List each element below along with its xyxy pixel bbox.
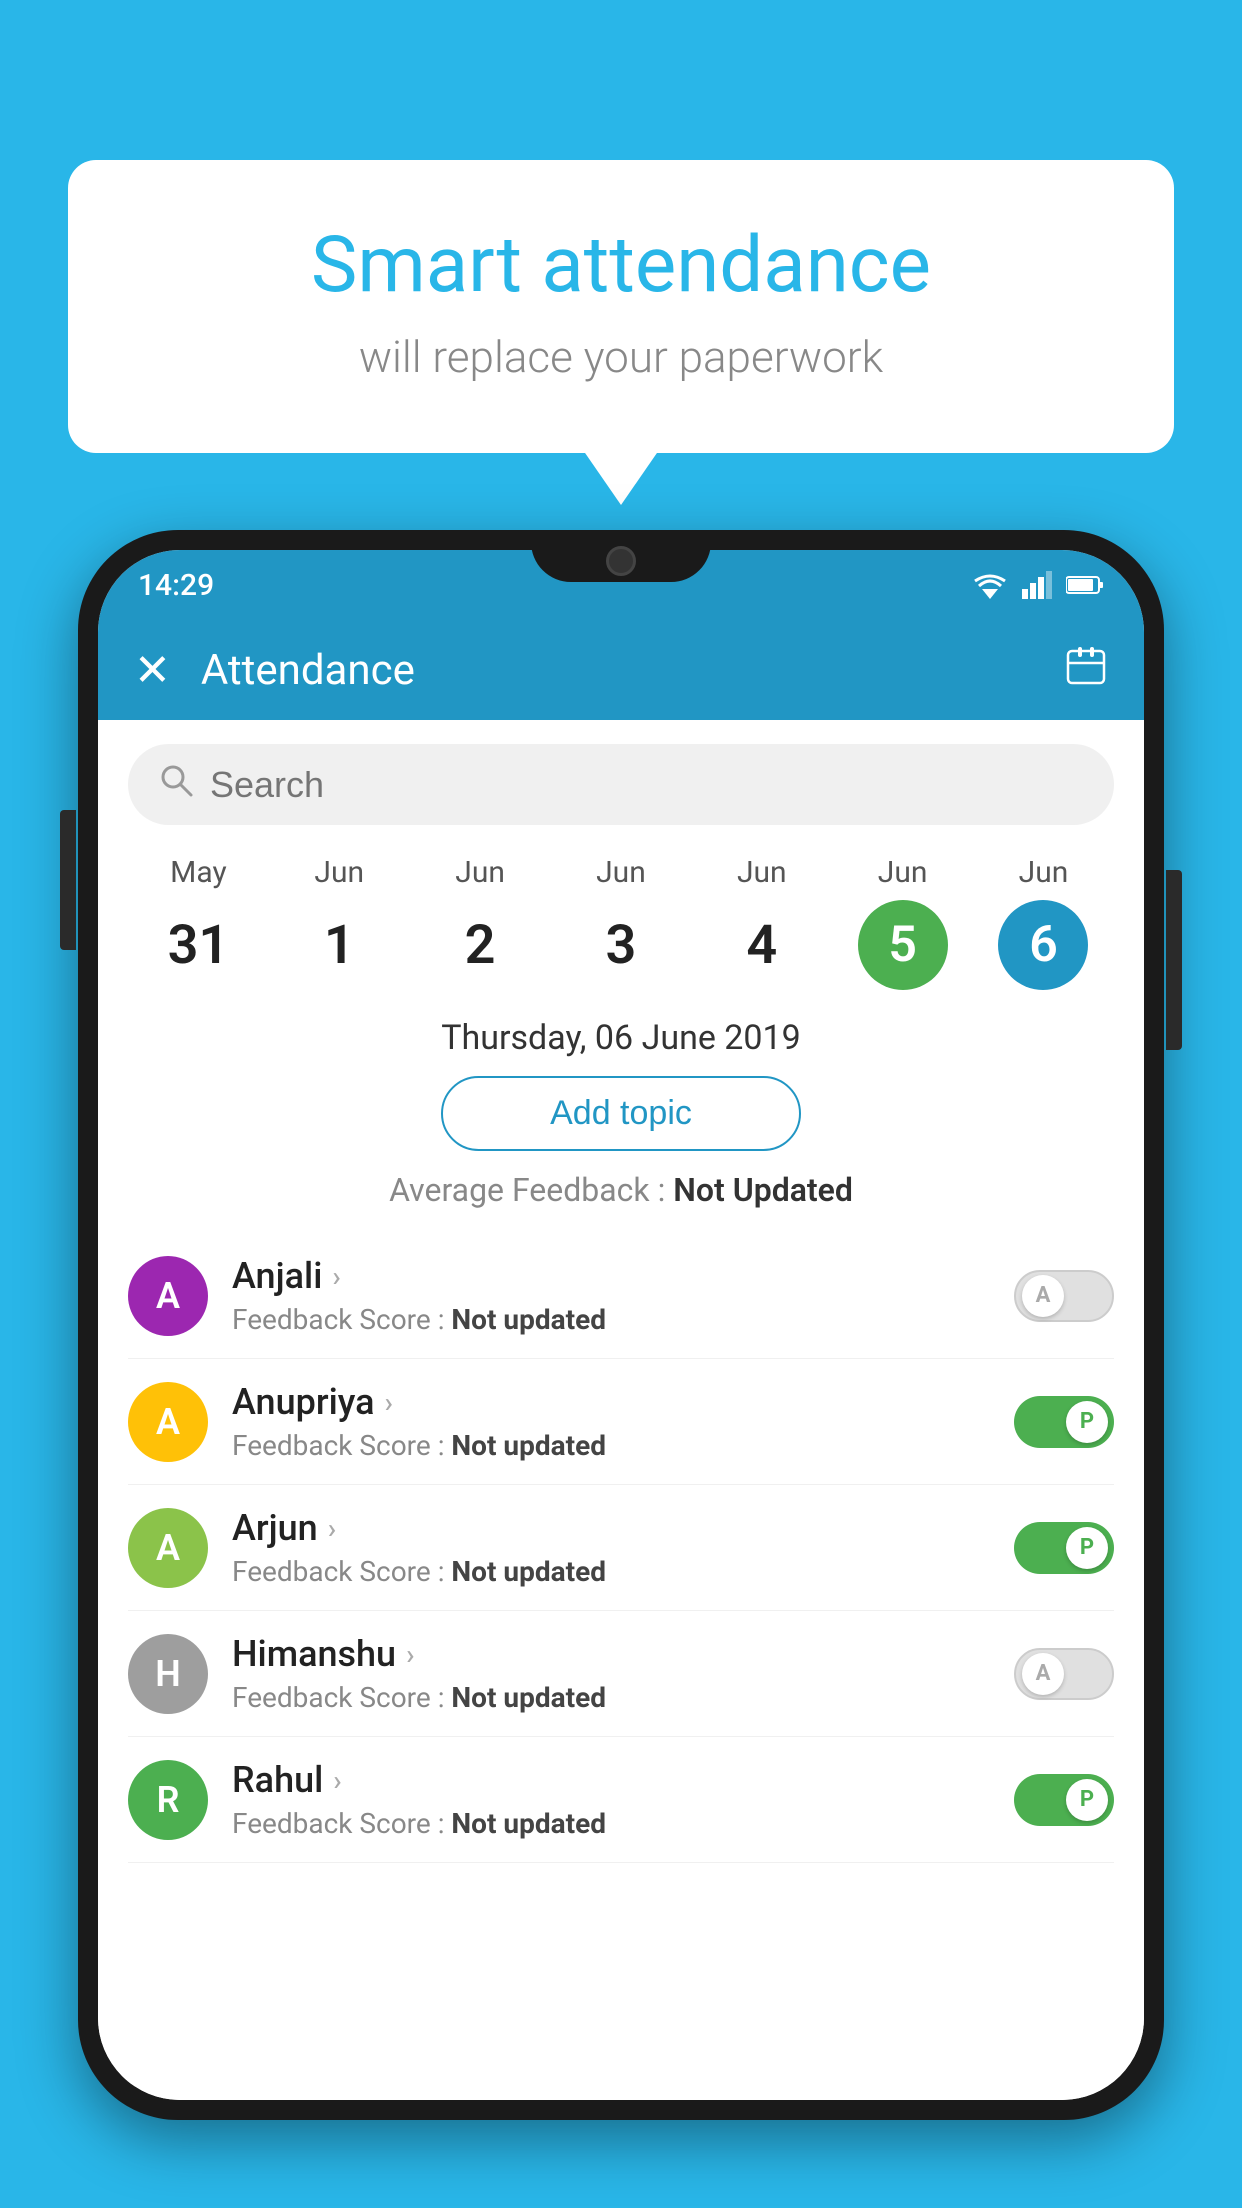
- avatar: R: [128, 1760, 208, 1840]
- date-month: Jun: [878, 855, 928, 890]
- chevron-icon: ›: [385, 1386, 393, 1419]
- signal-icon: [1022, 571, 1052, 599]
- date-cell[interactable]: Jun 4: [717, 855, 807, 990]
- date-month: Jun: [314, 855, 364, 890]
- chevron-icon: ›: [332, 1260, 340, 1293]
- date-month: Jun: [1019, 855, 1069, 890]
- average-feedback: Average Feedback : Not Updated: [98, 1171, 1144, 1209]
- avatar: H: [128, 1634, 208, 1714]
- date-cell[interactable]: Jun 1: [294, 855, 384, 990]
- avatar: A: [128, 1256, 208, 1336]
- phone-container: 14:29: [78, 530, 1164, 2208]
- date-cell[interactable]: Jun 2: [435, 855, 525, 990]
- date-month: May: [170, 855, 226, 890]
- student-item: A Arjun › Feedback Score : Not updated P: [128, 1485, 1114, 1611]
- status-time: 14:29: [138, 568, 214, 603]
- date-cell[interactable]: May 31: [153, 855, 243, 990]
- date-day[interactable]: 6: [998, 900, 1088, 990]
- student-list: AAnjali ›Feedback Score : Not updatedAAA…: [98, 1233, 1144, 1863]
- app-bar: ✕ Attendance: [98, 620, 1144, 720]
- notch: [531, 530, 711, 582]
- date-month: Jun: [596, 855, 646, 890]
- calendar-icon[interactable]: [1064, 643, 1108, 697]
- student-info: Anjali › Feedback Score : Not updated: [232, 1255, 1014, 1336]
- selected-date: Thursday, 06 June 2019: [98, 1018, 1144, 1058]
- chevron-icon: ›: [333, 1764, 341, 1797]
- avatar: A: [128, 1508, 208, 1588]
- speech-bubble-title: Smart attendance: [148, 220, 1094, 311]
- date-day[interactable]: 3: [576, 900, 666, 990]
- app-bar-title: Attendance: [201, 646, 1064, 695]
- attendance-toggle[interactable]: P: [1014, 1522, 1114, 1574]
- toggle-wrap[interactable]: P: [1014, 1522, 1114, 1574]
- date-day[interactable]: 4: [717, 900, 807, 990]
- speech-bubble-container: Smart attendance will replace your paper…: [68, 160, 1174, 453]
- date-day[interactable]: 2: [435, 900, 525, 990]
- toggle-wrap[interactable]: P: [1014, 1396, 1114, 1448]
- attendance-toggle[interactable]: A: [1014, 1270, 1114, 1322]
- close-button[interactable]: ✕: [134, 644, 171, 696]
- date-month: Jun: [455, 855, 505, 890]
- student-name[interactable]: Himanshu ›: [232, 1633, 1014, 1675]
- search-input[interactable]: [210, 764, 1084, 806]
- feedback-score: Feedback Score : Not updated: [232, 1681, 1014, 1714]
- student-item: H Himanshu › Feedback Score : Not updatedA: [128, 1611, 1114, 1737]
- toggle-knob: P: [1066, 1401, 1108, 1443]
- feedback-score: Feedback Score : Not updated: [232, 1555, 1014, 1588]
- status-icons: [972, 571, 1104, 599]
- toggle-knob: A: [1022, 1275, 1064, 1317]
- date-day[interactable]: 5: [858, 900, 948, 990]
- date-day[interactable]: 1: [294, 900, 384, 990]
- student-info: Himanshu › Feedback Score : Not updated: [232, 1633, 1014, 1714]
- attendance-toggle[interactable]: P: [1014, 1774, 1114, 1826]
- attendance-toggle[interactable]: A: [1014, 1648, 1114, 1700]
- avg-feedback-value: Not Updated: [673, 1171, 853, 1209]
- attendance-toggle[interactable]: P: [1014, 1396, 1114, 1448]
- feedback-score: Feedback Score : Not updated: [232, 1429, 1014, 1462]
- speech-bubble: Smart attendance will replace your paper…: [68, 160, 1174, 453]
- avatar: A: [128, 1382, 208, 1462]
- student-item: R Rahul › Feedback Score : Not updated P: [128, 1737, 1114, 1863]
- add-topic-button[interactable]: Add topic: [441, 1076, 801, 1151]
- student-item: A Anupriya › Feedback Score : Not updated P: [128, 1359, 1114, 1485]
- date-day[interactable]: 31: [153, 900, 243, 990]
- feedback-score: Feedback Score : Not updated: [232, 1303, 1014, 1336]
- date-cell[interactable]: Jun 6: [998, 855, 1088, 990]
- phone-outer: 14:29: [78, 530, 1164, 2120]
- avg-feedback-label: Average Feedback :: [389, 1171, 673, 1209]
- search-icon: [158, 762, 194, 807]
- camera: [606, 546, 636, 576]
- phone-screen: 14:29: [98, 550, 1144, 2100]
- student-name[interactable]: Anjali ›: [232, 1255, 1014, 1297]
- toggle-knob: A: [1022, 1653, 1064, 1695]
- student-name[interactable]: Arjun ›: [232, 1507, 1014, 1549]
- student-name[interactable]: Rahul ›: [232, 1759, 1014, 1801]
- student-item: AAnjali ›Feedback Score : Not updatedA: [128, 1233, 1114, 1359]
- toggle-knob: P: [1066, 1779, 1108, 1821]
- toggle-wrap[interactable]: A: [1014, 1270, 1114, 1322]
- speech-bubble-subtitle: will replace your paperwork: [148, 331, 1094, 383]
- date-cell[interactable]: Jun 3: [576, 855, 666, 990]
- date-month: Jun: [737, 855, 787, 890]
- chevron-icon: ›: [328, 1512, 336, 1545]
- date-strip: May 31 Jun 1 Jun 2 Jun 3 Jun 4 Jun 5 Jun 6: [98, 835, 1144, 990]
- student-info: Arjun › Feedback Score : Not updated: [232, 1507, 1014, 1588]
- toggle-knob: P: [1066, 1527, 1108, 1569]
- student-info: Anupriya › Feedback Score : Not updated: [232, 1381, 1014, 1462]
- student-info: Rahul › Feedback Score : Not updated: [232, 1759, 1014, 1840]
- chevron-icon: ›: [406, 1638, 414, 1671]
- date-cell[interactable]: Jun 5: [858, 855, 948, 990]
- search-bar[interactable]: [128, 744, 1114, 825]
- toggle-wrap[interactable]: A: [1014, 1648, 1114, 1700]
- toggle-wrap[interactable]: P: [1014, 1774, 1114, 1826]
- battery-icon: [1066, 574, 1104, 596]
- student-name[interactable]: Anupriya ›: [232, 1381, 1014, 1423]
- main-content: May 31 Jun 1 Jun 2 Jun 3 Jun 4 Jun 5 Jun 6 Thursday, …: [98, 720, 1144, 2100]
- feedback-score: Feedback Score : Not updated: [232, 1807, 1014, 1840]
- wifi-icon: [972, 571, 1008, 599]
